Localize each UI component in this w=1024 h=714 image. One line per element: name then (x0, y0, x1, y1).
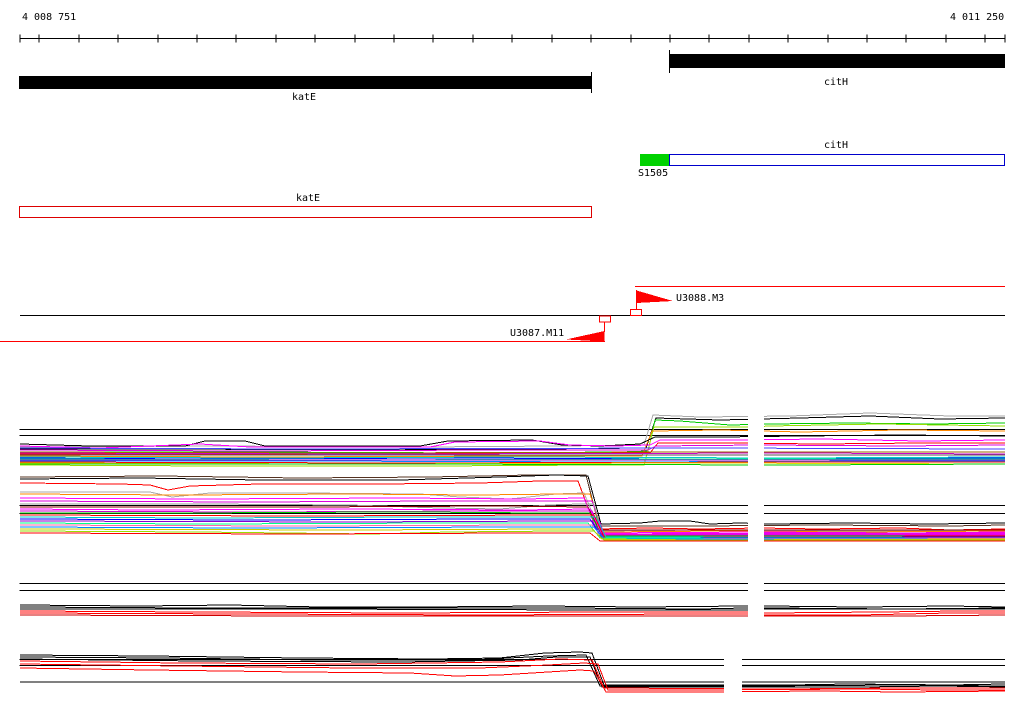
panel3-signal-series-2 (20, 608, 1005, 611)
marker-anchor-box[interactable] (599, 315, 611, 323)
probe-label-S1505: S1505 (638, 168, 669, 179)
feature-box-katE[interactable] (19, 206, 592, 218)
panel1-signal-series-20 (20, 463, 1006, 466)
genome-browser-view: 4 008 751 4 011 250 citH katE citH S1505… (0, 0, 1024, 714)
marker-flag-U3087.M11[interactable] (566, 331, 605, 342)
panel3-signal-series-3 (19, 610, 1005, 614)
panel3-signal-series-4 (19, 612, 1005, 616)
coordinate-start-label: 4 008 751 (22, 12, 77, 23)
masked-region-0 (748, 404, 764, 624)
panel1-signal-series-9 (19, 447, 1006, 450)
feature-box-citH[interactable] (669, 154, 1005, 166)
panel4-signal-series-5 (19, 662, 1005, 691)
coordinate-end-label: 4 011 250 (950, 12, 1005, 23)
panel1-signal-series-5 (19, 434, 1006, 447)
gene-bar-citH[interactable] (669, 54, 1005, 68)
transcript-label-katE: katE (296, 193, 321, 204)
marker-label-U3087-M11: U3087.M11 (510, 328, 565, 339)
marker-flag-U3088.M3[interactable] (636, 290, 674, 304)
gene-label-katE: katE (292, 92, 317, 103)
panel4-signal-series-1 (19, 651, 1006, 686)
transcript-label-citH: citH (824, 140, 849, 151)
marker-anchor-box[interactable] (630, 309, 642, 316)
masked-region-1 (724, 648, 742, 698)
panel3-signal-series-0 (19, 604, 1006, 608)
feature-box-S1505[interactable] (640, 154, 669, 166)
gene-bar-katE[interactable] (19, 76, 591, 89)
genome-browser-canvas (0, 34, 1006, 698)
gene-label-citH: citH (824, 77, 849, 88)
marker-label-U3088-M3: U3088.M3 (676, 293, 725, 304)
